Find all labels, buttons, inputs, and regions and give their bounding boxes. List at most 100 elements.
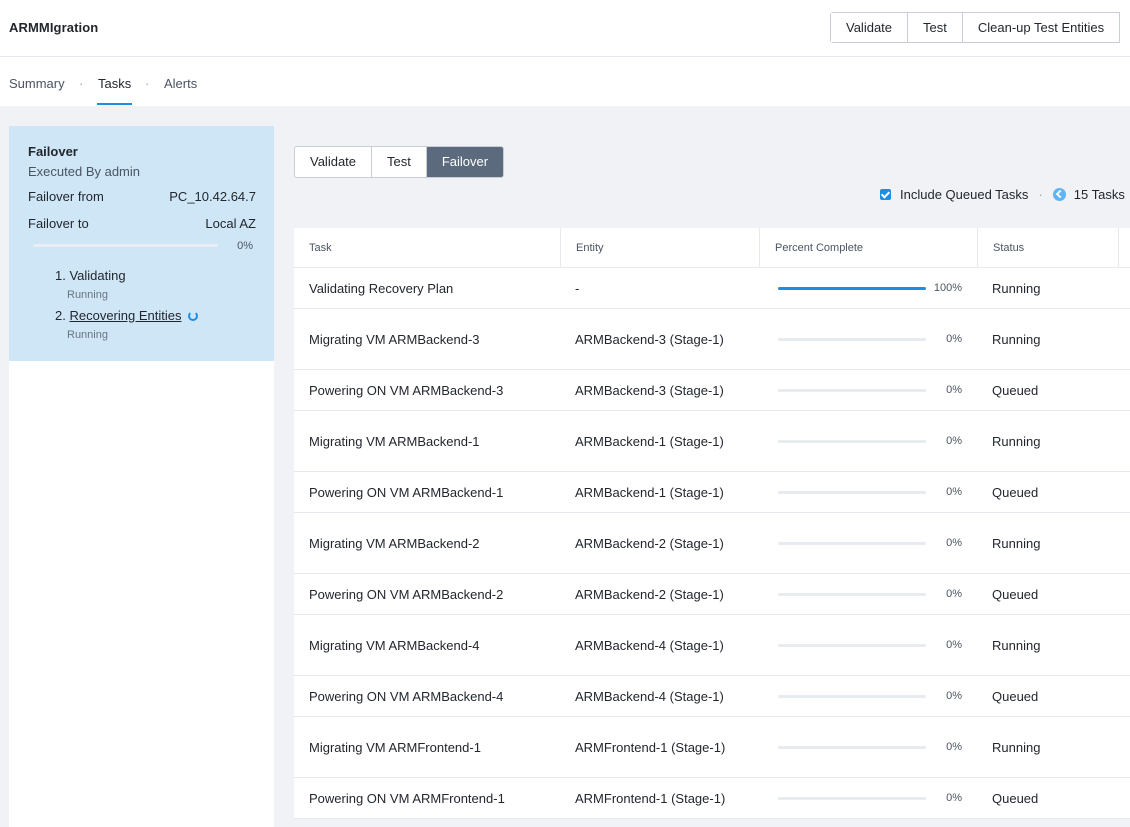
header-actions: Validate Test Clean-up Test Entities [830, 12, 1121, 43]
task-name: Migrating VM ARMBackend-2 [309, 535, 480, 551]
entity-name: ARMBackend-3 (Stage-1) [575, 331, 724, 347]
active-tab-indicator [97, 103, 132, 105]
failover-summary-card[interactable]: Failover Executed By admin Failover from… [9, 126, 274, 361]
status-text: Queued [992, 586, 1039, 602]
task-name: Powering ON VM ARMBackend-4 [309, 688, 504, 704]
progress-bar [778, 643, 926, 647]
progress-bar [778, 745, 926, 749]
validate-button[interactable]: Validate [831, 13, 909, 42]
segment-failover[interactable]: Failover [426, 147, 504, 177]
percent-text: 0% [946, 639, 962, 651]
percent-complete: 0% [778, 615, 962, 675]
summary-progress-text: 0% [237, 240, 253, 252]
percent-complete: 100% [778, 268, 962, 308]
task-name: Migrating VM ARMBackend-3 [309, 331, 480, 347]
tab-separator: · [145, 76, 150, 91]
task-name: Validating Recovery Plan [309, 280, 454, 296]
status-text: Queued [992, 484, 1039, 500]
executed-by: Executed By admin [28, 164, 141, 179]
table-row[interactable]: Powering ON VM ARMBackend-2 ARMBackend-2 … [294, 574, 1130, 615]
percent-complete: 0% [778, 472, 962, 512]
entity-name: ARMBackend-2 (Stage-1) [575, 586, 724, 602]
loading-spinner-icon [188, 311, 199, 321]
app-title: ARMMIgration [9, 20, 99, 35]
segment-validate[interactable]: Validate [295, 147, 373, 177]
progress-bar [778, 388, 926, 392]
table-row[interactable]: Migrating VM ARMBackend-4 ARMBackend-4 (S… [294, 615, 1130, 676]
table-row[interactable]: Powering ON VM ARMBackend-1 ARMBackend-1 … [294, 472, 1130, 513]
progress-bar [778, 439, 926, 443]
percent-text: 0% [946, 690, 962, 702]
failover-to-value: Local AZ [205, 216, 256, 231]
status-text: Queued [992, 382, 1039, 398]
column-header-status[interactable]: Status [978, 228, 1119, 268]
table-row[interactable]: Migrating VM ARMBackend-1 ARMBackend-1 (S… [294, 411, 1130, 472]
tab-tasks[interactable]: Tasks [98, 76, 131, 91]
table-header: Task Entity Percent Complete Status [294, 228, 1130, 268]
step-number: 2. [55, 308, 66, 323]
cleanup-test-entities-button[interactable]: Clean-up Test Entities [962, 13, 1121, 42]
status-text: Running [992, 637, 1041, 653]
chevron-left-icon[interactable] [1052, 187, 1066, 201]
status-text: Queued [992, 688, 1039, 704]
entity-name: ARMBackend-2 (Stage-1) [575, 535, 724, 551]
tab-separator: · [79, 76, 84, 91]
percent-complete: 0% [778, 717, 962, 777]
failover-from-label: Failover from [28, 189, 104, 204]
summary-progress-bar [33, 244, 218, 247]
tab-alerts[interactable]: Alerts [164, 76, 197, 91]
percent-text: 0% [946, 741, 962, 753]
table-row[interactable]: Powering ON VM ARMFrontend-1 ARMFrontend-… [294, 778, 1130, 819]
percent-complete: 0% [778, 411, 962, 471]
table-body: Validating Recovery Plan -100% Running Migr… [294, 268, 1130, 819]
recovering-entities-link[interactable]: Recovering Entities [69, 308, 181, 323]
percent-text: 0% [946, 384, 962, 396]
column-header-task[interactable]: Task [294, 228, 561, 268]
failover-to-label: Failover to [28, 216, 89, 231]
table-row[interactable]: Migrating VM ARMBackend-3 ARMBackend-3 (S… [294, 309, 1130, 370]
entity-name: ARMFrontend-1 (Stage-1) [575, 739, 726, 755]
percent-text: 0% [946, 537, 962, 549]
step-recovering-entities: 2. Recovering Entities [55, 308, 199, 323]
entity-name: ARMBackend-4 (Stage-1) [575, 637, 724, 653]
tasks-table: Task Entity Percent Complete Status Vali… [294, 228, 1130, 819]
progress-bar [778, 337, 926, 341]
task-name: Powering ON VM ARMBackend-2 [309, 586, 504, 602]
segment-test[interactable]: Test [372, 147, 427, 177]
percent-text: 0% [946, 486, 962, 498]
failover-from-value: PC_10.42.64.7 [169, 189, 256, 204]
include-queued-checkbox[interactable] [880, 188, 891, 200]
task-name: Powering ON VM ARMBackend-1 [309, 484, 504, 500]
top-bar: ARMMIgration Validate Test Clean-up Test… [0, 0, 1130, 57]
status-text: Running [992, 433, 1041, 449]
failover-from-row: Failover from PC_10.42.64.7 [28, 189, 256, 204]
table-row[interactable]: Validating Recovery Plan - 100% Running [294, 268, 1130, 309]
progress-bar [778, 286, 926, 290]
progress-bar [778, 490, 926, 494]
entity-name: ARMBackend-3 (Stage-1) [575, 382, 724, 398]
table-row[interactable]: Powering ON VM ARMBackend-4 ARMBackend-4 … [294, 676, 1130, 717]
column-header-percent-complete[interactable]: Percent Complete [760, 228, 978, 268]
queued-tasks-control: Include Queued Tasks · 15 Tasks [880, 186, 1125, 202]
include-queued-label: Include Queued Tasks [900, 186, 1029, 202]
entity-name: - [575, 280, 580, 296]
table-row[interactable]: Powering ON VM ARMBackend-3 ARMBackend-3 … [294, 370, 1130, 411]
step-status: Running [67, 289, 108, 301]
summary-title: Failover [28, 144, 78, 159]
entity-name: ARMBackend-1 (Stage-1) [575, 484, 724, 500]
table-row[interactable]: Migrating VM ARMFrontend-1 ARMFrontend-1 … [294, 717, 1130, 778]
tab-summary[interactable]: Summary [9, 76, 65, 91]
test-button[interactable]: Test [908, 13, 963, 42]
progress-bar [778, 694, 926, 698]
separator: · [1038, 186, 1043, 202]
progress-fill [778, 286, 926, 290]
percent-text: 0% [946, 435, 962, 447]
status-text: Running [992, 535, 1041, 551]
task-name: Migrating VM ARMBackend-1 [309, 433, 480, 449]
task-count: 15 Tasks [1073, 186, 1125, 202]
percent-complete: 0% [778, 309, 962, 369]
table-row[interactable]: Migrating VM ARMBackend-2 ARMBackend-2 (S… [294, 513, 1130, 574]
column-header-entity[interactable]: Entity [561, 228, 760, 268]
entity-name: ARMBackend-1 (Stage-1) [575, 433, 724, 449]
percent-text: 0% [946, 588, 962, 600]
